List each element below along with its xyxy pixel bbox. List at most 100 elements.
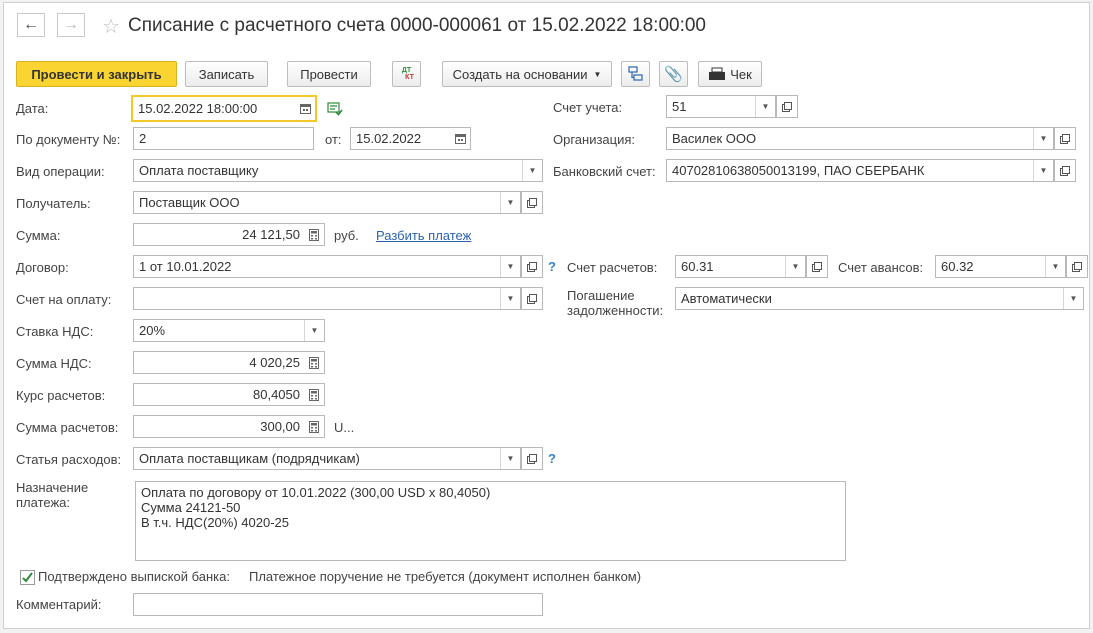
structure-button[interactable] (621, 61, 650, 87)
open-recipient-button[interactable] (521, 191, 543, 214)
doc-date-input[interactable]: 15.02.2022 (350, 127, 471, 150)
vat-rate-label: Ставка НДС: (16, 324, 94, 339)
save-button[interactable]: Записать (185, 61, 268, 87)
calendar-icon[interactable] (450, 128, 470, 149)
settle-account-value: 60.31 (681, 259, 714, 274)
bank-confirmed-label: Подтверждено выпиской банка: (38, 569, 230, 584)
bank-account-select[interactable]: 40702810638050013199, ПАО СБЕРБАНК ▼ (666, 159, 1054, 182)
open-invoice-button[interactable] (521, 287, 543, 310)
chevron-down-icon[interactable]: ▼ (304, 320, 324, 341)
date-value: 15.02.2022 18:00:00 (138, 101, 258, 116)
recipient-select[interactable]: Поставщик ООО ▼ (133, 191, 521, 214)
open-account-button[interactable] (776, 95, 798, 118)
receipt-button[interactable]: Чек (698, 61, 762, 87)
post-button[interactable]: Провести (287, 61, 371, 87)
doc-number-value: 2 (139, 131, 147, 146)
invoice-select[interactable]: ▼ (133, 287, 521, 310)
chevron-down-icon[interactable]: ▼ (1063, 288, 1083, 309)
chevron-down-icon[interactable]: ▼ (1033, 160, 1053, 181)
open-contract-button[interactable] (521, 255, 543, 278)
bank-confirmed-checkbox[interactable] (20, 570, 35, 585)
chevron-down-icon[interactable]: ▼ (500, 256, 520, 277)
settle-amount-label: Сумма расчетов: (16, 420, 119, 435)
open-advance-account-button[interactable] (1066, 255, 1088, 278)
back-button[interactable]: ← (17, 13, 45, 37)
payment-order-note: Платежное поручение не требуется (докуме… (249, 569, 642, 584)
vat-rate-select[interactable]: 20% ▼ (133, 319, 325, 342)
organization-select[interactable]: Василек ООО ▼ (666, 127, 1054, 150)
split-payment-link[interactable]: Разбить платеж (376, 228, 471, 243)
comment-input[interactable] (133, 593, 543, 616)
rate-label: Курс расчетов: (16, 388, 106, 403)
open-settle-account-button[interactable] (806, 255, 828, 278)
vat-amount-value: 4 020,25 (249, 355, 300, 370)
vat-rate-value: 20% (139, 323, 166, 338)
page-title: Списание с расчетного счета 0000-000061 … (128, 15, 706, 36)
rate-value: 80,4050 (253, 387, 300, 402)
arrow-right-icon: → (63, 16, 79, 33)
purpose-textarea[interactable] (135, 481, 846, 561)
rate-input[interactable]: 80,4050 (133, 383, 325, 406)
contract-select[interactable]: 1 от 10.01.2022 ▼ (133, 255, 521, 278)
paperclip-icon: 📎 (664, 66, 683, 83)
vat-amount-label: Сумма НДС: (16, 356, 92, 371)
advance-account-select[interactable]: 60.32 ▼ (935, 255, 1066, 278)
help-icon[interactable]: ? (548, 451, 556, 466)
calendar-icon[interactable] (295, 97, 315, 120)
account-select[interactable]: 51 ▼ (666, 95, 776, 118)
calculator-icon[interactable] (304, 224, 324, 245)
invoice-label: Счет на оплату: (16, 292, 112, 307)
open-organization-button[interactable] (1054, 127, 1076, 150)
help-icon[interactable]: ? (548, 259, 556, 274)
open-expense-button[interactable] (521, 447, 543, 470)
open-bank-account-button[interactable] (1054, 159, 1076, 182)
dt-kt-icon: ДТ (401, 67, 412, 74)
open-icon (1060, 165, 1070, 176)
doc-number-input[interactable]: 2 (133, 127, 314, 150)
status-icon[interactable] (327, 102, 343, 119)
expense-value: Оплата поставщикам (подрядчикам) (139, 451, 360, 466)
chevron-down-icon[interactable]: ▼ (500, 448, 520, 469)
debt-repay-select[interactable]: Автоматически ▼ (675, 287, 1084, 310)
expense-select[interactable]: Оплата поставщикам (подрядчикам) ▼ (133, 447, 521, 470)
forward-button[interactable]: → (57, 13, 85, 37)
chevron-down-icon[interactable]: ▼ (785, 256, 805, 277)
chevron-down-icon[interactable]: ▼ (522, 160, 542, 181)
settle-account-select[interactable]: 60.31 ▼ (675, 255, 806, 278)
settle-account-label: Счет расчетов: (567, 260, 658, 275)
vat-amount-input[interactable]: 4 020,25 (133, 351, 325, 374)
attach-button[interactable]: 📎 (659, 61, 688, 87)
hierarchy-icon (627, 66, 643, 81)
settle-amount-input[interactable]: 300,00 (133, 415, 325, 438)
calculator-icon[interactable] (304, 352, 324, 373)
expense-label: Статья расходов: (16, 452, 122, 467)
operation-label: Вид операции: (16, 164, 105, 179)
chevron-down-icon[interactable]: ▼ (1033, 128, 1053, 149)
arrow-left-icon: ← (23, 16, 39, 33)
favorite-star-icon[interactable]: ☆ (102, 14, 120, 39)
recipient-value: Поставщик ООО (139, 195, 240, 210)
receipt-label: Чек (730, 66, 752, 82)
chevron-down-icon[interactable]: ▼ (755, 96, 775, 117)
date-input[interactable]: 15.02.2022 18:00:00 (131, 95, 317, 122)
chevron-down-icon[interactable]: ▼ (500, 288, 520, 309)
checkmark-icon (22, 572, 33, 583)
calculator-icon[interactable] (304, 416, 324, 437)
create-based-on-button[interactable]: Создать на основании ▼ (442, 61, 612, 87)
settle-amount-value: 300,00 (260, 419, 300, 434)
operation-select[interactable]: Оплата поставщику ▼ (133, 159, 543, 182)
post-and-close-button[interactable]: Провести и закрыть (16, 61, 177, 87)
open-icon (812, 261, 822, 272)
doc-date-value: 15.02.2022 (356, 131, 422, 146)
contract-value: 1 от 10.01.2022 (139, 259, 232, 274)
chevron-down-icon[interactable]: ▼ (500, 192, 520, 213)
chevron-down-icon[interactable]: ▼ (1045, 256, 1065, 277)
open-icon (1072, 261, 1082, 272)
advance-account-value: 60.32 (941, 259, 974, 274)
amount-input[interactable]: 24 121,50 (133, 223, 325, 246)
comment-label: Комментарий: (16, 597, 102, 612)
dt-kt-button[interactable]: ДТ КТ (392, 61, 421, 87)
bank-account-label: Банковский счет: (553, 164, 656, 179)
date-label: Дата: (16, 101, 49, 116)
calculator-icon[interactable] (304, 384, 324, 405)
